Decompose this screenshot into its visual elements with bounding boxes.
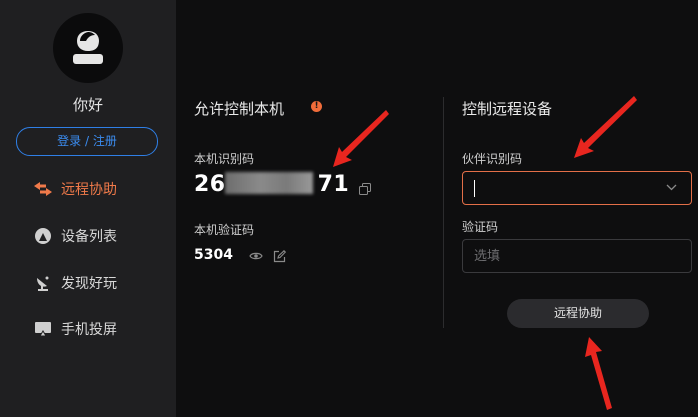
- annotation-arrow: [333, 110, 389, 167]
- sidebar-item-label: 远程协助: [61, 182, 117, 198]
- local-id-label: 本机识别码: [194, 152, 255, 166]
- screen-cast-icon: [33, 319, 53, 339]
- sidebar-item-discover[interactable]: 发现好玩: [33, 272, 117, 294]
- annotation-arrow: [574, 96, 637, 158]
- login-register-button[interactable]: 登录 / 注册: [16, 127, 158, 156]
- discover-icon: [33, 273, 53, 293]
- local-code-label: 本机验证码: [194, 223, 255, 237]
- eye-icon[interactable]: [249, 251, 263, 261]
- username: 你好: [72, 96, 103, 114]
- id-redaction-mask: [225, 172, 313, 194]
- section-divider: [443, 97, 444, 328]
- allow-control-title: 允许控制本机: [194, 100, 285, 118]
- verify-code-input[interactable]: [462, 239, 692, 273]
- avatar[interactable]: [53, 13, 123, 83]
- partner-id-label: 伙伴识别码: [462, 152, 523, 166]
- edit-icon[interactable]: [273, 250, 286, 263]
- sidebar-item-label: 手机投屏: [61, 322, 117, 338]
- remote-assist-icon: [33, 179, 53, 199]
- remote-assist-button[interactable]: 远程协助: [507, 299, 649, 328]
- sidebar: 你好 登录 / 注册 远程协助 设备列表 发现好玩 手机投屏: [0, 0, 176, 417]
- text-caret: [474, 180, 475, 197]
- sidebar-item-label: 设备列表: [61, 229, 117, 245]
- user-icon: [73, 31, 103, 64]
- device-list-icon: [33, 226, 53, 246]
- copy-icon[interactable]: [359, 183, 371, 195]
- sidebar-item-device-list[interactable]: 设备列表: [33, 225, 117, 247]
- verify-code-label: 验证码: [462, 220, 499, 234]
- chevron-down-icon[interactable]: [666, 184, 677, 191]
- sidebar-item-screen-cast[interactable]: 手机投屏: [33, 318, 117, 340]
- sidebar-item-label: 发现好玩: [61, 276, 117, 292]
- local-code-value: 5304: [194, 247, 233, 263]
- sidebar-item-remote-assist[interactable]: 远程协助: [33, 178, 117, 200]
- partner-id-input[interactable]: [462, 171, 692, 205]
- annotation-arrow: [585, 337, 612, 410]
- control-remote-title: 控制远程设备: [462, 100, 553, 118]
- warning-icon[interactable]: !: [311, 101, 322, 112]
